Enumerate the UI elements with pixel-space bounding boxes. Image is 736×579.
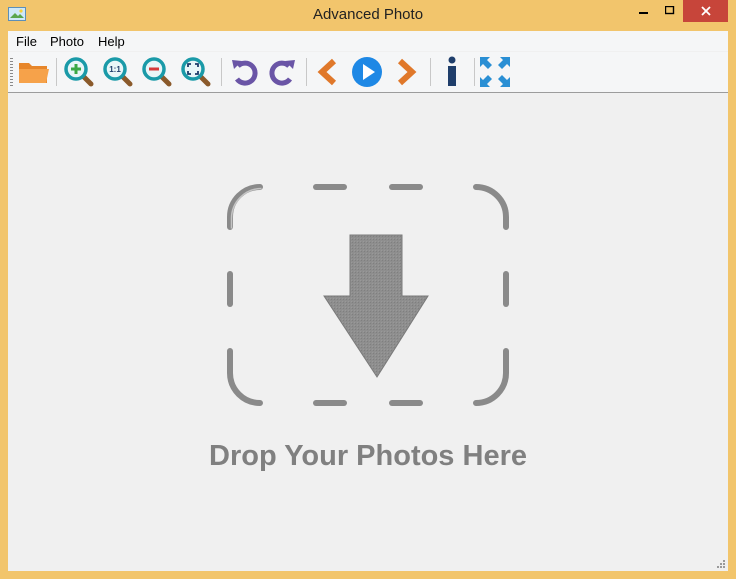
svg-text:1:1: 1:1 [109, 65, 121, 74]
title-bar[interactable]: Advanced Photo [0, 0, 736, 31]
actual-size-button[interactable]: 1:1 [101, 55, 135, 89]
minimize-icon [638, 12, 648, 14]
client-area: File Photo Help 1:1 Drop Your Photos Her… [8, 31, 728, 571]
menu-photo[interactable]: Photo [50, 34, 84, 49]
maximize-icon [665, 6, 675, 15]
previous-button[interactable] [311, 55, 345, 89]
resize-grip-icon[interactable] [715, 558, 725, 568]
rotate-left-icon [232, 60, 258, 86]
window-title: Advanced Photo [312, 6, 424, 23]
fullscreen-button[interactable] [478, 55, 512, 89]
zoom-in-icon [64, 57, 94, 87]
next-icon [397, 58, 417, 86]
drop-zone-graphic [227, 184, 509, 406]
drop-instruction-text: Drop Your Photos Here [209, 440, 527, 472]
next-button[interactable] [389, 55, 423, 89]
close-button[interactable] [683, 0, 728, 22]
previous-icon [317, 58, 337, 86]
toolbar-separator [430, 58, 431, 86]
menu-file[interactable]: File [16, 34, 37, 49]
app-window: Advanced Photo File Photo Help 1:1 Drop … [0, 0, 736, 579]
open-folder-icon [19, 63, 49, 83]
info-icon [448, 56, 456, 86]
toolbar: 1:1 [8, 52, 728, 93]
zoom-fit-icon [181, 57, 211, 87]
open-button[interactable] [17, 55, 51, 89]
slideshow-button[interactable] [350, 55, 384, 89]
toolbar-separator [306, 58, 307, 86]
zoom-actual-size-icon: 1:1 [103, 57, 133, 87]
info-button[interactable] [435, 55, 469, 89]
rotate-right-icon [269, 60, 295, 86]
photo-drop-area[interactable]: Drop Your Photos Here [8, 93, 728, 571]
zoom-in-button[interactable] [62, 55, 96, 89]
zoom-out-button[interactable] [140, 55, 174, 89]
minimize-button[interactable] [630, 0, 657, 22]
zoom-out-icon [142, 57, 172, 87]
menu-bar: File Photo Help [8, 31, 728, 51]
toolbar-grip[interactable] [10, 58, 13, 86]
rotate-left-button[interactable] [227, 55, 261, 89]
close-icon [700, 6, 711, 16]
maximize-button[interactable] [657, 0, 683, 22]
zoom-fit-button[interactable] [179, 55, 213, 89]
fullscreen-icon [480, 57, 510, 87]
play-slideshow-icon [352, 57, 382, 87]
menu-help[interactable]: Help [98, 34, 125, 49]
toolbar-separator [474, 58, 475, 86]
toolbar-separator [221, 58, 222, 86]
rotate-right-button[interactable] [266, 55, 300, 89]
toolbar-separator [56, 58, 57, 86]
